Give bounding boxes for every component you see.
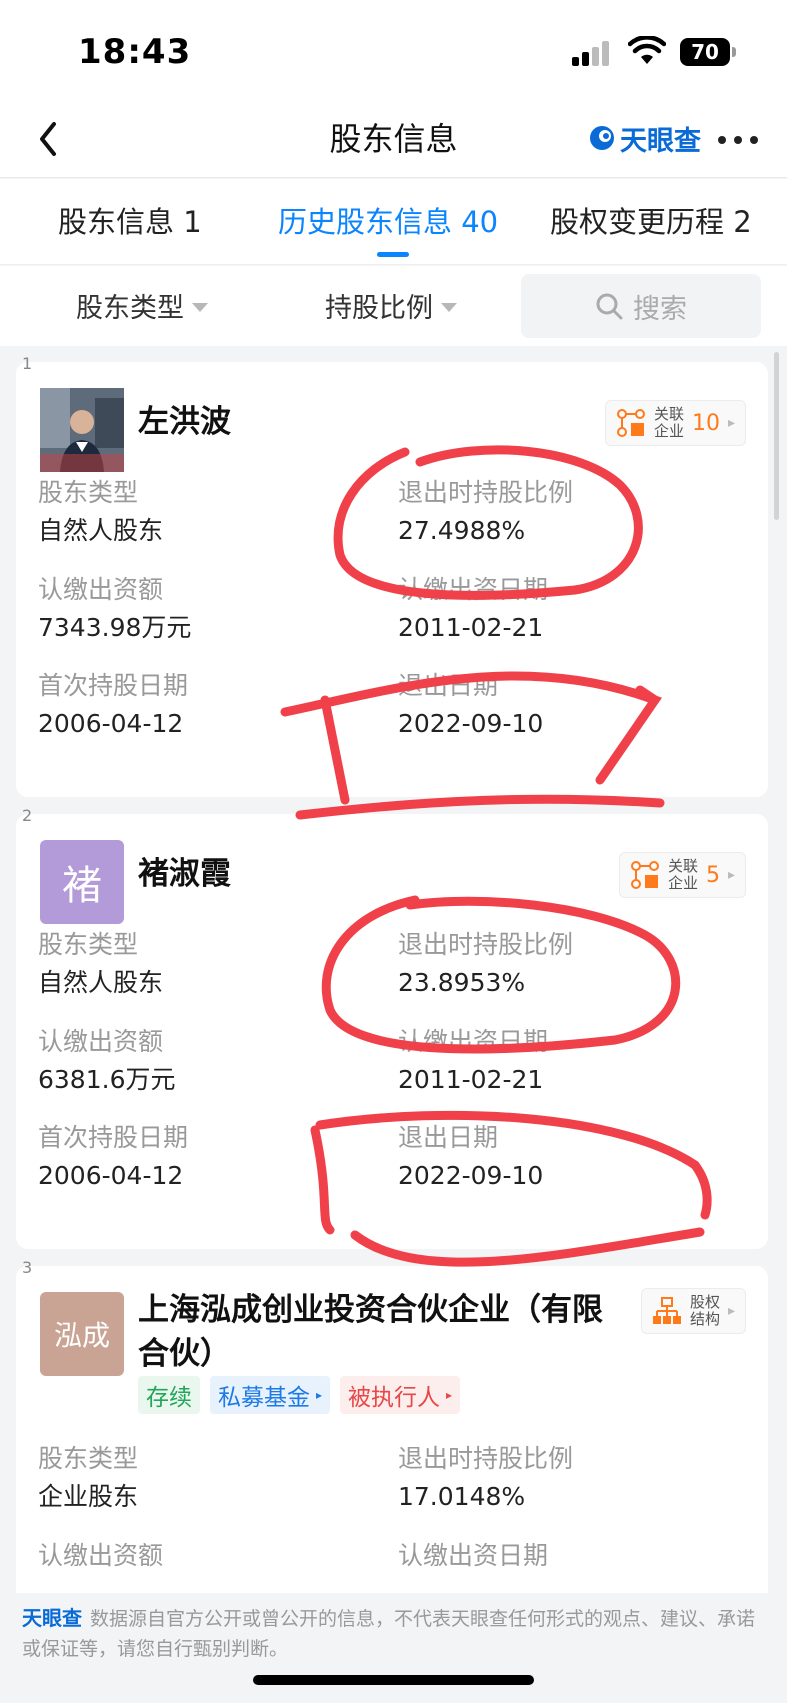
filter-label: 股东类型 [76,293,184,324]
brand-logo: 天眼查 [588,118,701,158]
brand-name: 天眼查 [620,125,701,157]
footer-brand: 天眼查 [22,1606,82,1630]
field-exit-ratio: 退出时持股比例 27.4988% [398,478,574,545]
card-index: 2 [22,806,33,825]
equity-structure-button[interactable]: 股权 结构 ▸ [640,1288,746,1334]
avatar: 泓成 [40,1292,124,1376]
disclaimer: 天眼查 数据源自官方公开或曾公开的信息，不代表天眼查任何形式的观点、建议、承诺或保… [22,1603,767,1664]
card-index: 1 [22,354,33,373]
search-placeholder: 搜索 [633,293,687,325]
filter-bar: 股东类型 持股比例 搜索 [0,266,787,346]
tag-list: 存续 私募基金 ▸ 被执行人 ▸ [138,1376,461,1414]
tab-equity-change[interactable]: 股权变更历程 2 [550,199,752,241]
related-count: 10 [691,410,720,436]
field-shareholder-type: 股东类型 自然人股东 [38,930,164,997]
related-count: 5 [705,862,720,888]
shareholder-name[interactable]: 左洪波 [138,400,231,444]
search-icon [596,293,623,320]
status-time: 18:43 [78,32,192,72]
equity-structure-icon [652,1297,681,1324]
chevron-right-icon: ▸ [316,1388,323,1402]
chevron-right-icon: ▸ [446,1388,453,1402]
related-companies-icon [630,861,659,889]
chevron-right-icon: ▸ [727,867,735,883]
executed-person-tag[interactable]: 被执行人 ▸ [340,1376,461,1414]
shareholder-name[interactable]: 上海泓成创业投资合伙企业（有限合伙） [138,1288,608,1376]
field-subscription-date: 认缴出资日期 [398,1541,549,1570]
status-badge: 存续 [138,1376,200,1414]
field-first-holding-date: 首次持股日期 2006-04-12 [38,671,189,738]
card-index: 3 [22,1258,33,1277]
field-subscription-date: 认缴出资日期 2011-02-21 [398,575,549,642]
status-bar: 18:43 70 [0,0,787,100]
active-tab-indicator [377,252,409,257]
tab-bar: 股东信息 1 历史股东信息 40 股权变更历程 2 [0,179,787,265]
tab-history-shareholders[interactable]: 历史股东信息 40 [278,199,498,241]
search-box[interactable]: 搜索 [521,274,761,338]
nav-bar: 股东信息 天眼查 [0,100,787,178]
filter-shareholder-type[interactable]: 股东类型 [76,286,208,325]
avatar: 褚 [40,840,124,924]
related-label-1: 关联 [667,857,698,875]
structure-label-2: 结构 [689,1310,720,1328]
shareholder-card[interactable]: 2 褚 褚淑霞 关联 企业 5 ▸ 股东类型 自然人股东 退出时持股比例 23.… [16,806,768,1249]
chevron-right-icon: ▸ [727,415,735,431]
tianyancha-logo-icon [590,126,614,150]
shareholder-card[interactable]: 1 左洪波 关联 企业 10 ▸ 股东类型 自然人股东 退出时持股比例 27.4… [16,354,768,797]
scrollbar[interactable] [774,352,779,520]
shareholder-name[interactable]: 褚淑霞 [138,852,231,896]
field-subscribed-capital: 认缴出资额 [38,1541,164,1570]
more-icon[interactable] [714,126,762,156]
caret-down-icon [441,303,457,312]
tab-shareholder-info[interactable]: 股东信息 1 [58,199,202,241]
cellular-signal-icon [572,40,612,66]
related-label-2: 企业 [653,422,684,440]
field-subscribed-capital: 认缴出资额 7343.98万元 [38,575,192,642]
filter-label: 持股比例 [325,293,433,324]
field-shareholder-type: 股东类型 自然人股东 [38,478,164,545]
caret-down-icon [192,303,208,312]
shareholder-list: 1 左洪波 关联 企业 10 ▸ 股东类型 自然人股东 退出时持股比例 27.4… [0,348,787,1593]
structure-label-1: 股权 [689,1293,720,1311]
home-indicator[interactable] [253,1675,534,1685]
related-label-2: 企业 [667,874,698,892]
related-label-1: 关联 [653,405,684,423]
battery-icon: 70 [680,38,736,66]
field-subscribed-capital: 认缴出资额 6381.6万元 [38,1027,176,1094]
field-subscription-date: 认缴出资日期 2011-02-21 [398,1027,549,1094]
field-first-holding-date: 首次持股日期 2006-04-12 [38,1123,189,1190]
related-companies-button[interactable]: 关联 企业 5 ▸ [618,852,746,898]
footer: 天眼查 数据源自官方公开或曾公开的信息，不代表天眼查任何形式的观点、建议、承诺或保… [0,1593,787,1703]
field-exit-ratio: 退出时持股比例 23.8953% [398,930,574,997]
filter-holding-ratio[interactable]: 持股比例 [325,286,457,325]
wifi-icon [628,36,666,64]
person-photo-icon [40,388,124,472]
field-shareholder-type: 股东类型 企业股东 [38,1444,139,1511]
shareholder-card[interactable]: 3 泓成 上海泓成创业投资合伙企业（有限合伙） 股权 结构 ▸ 存续 私募基金 ▸… [16,1258,768,1593]
disclaimer-text: 数据源自官方公开或曾公开的信息，不代表天眼查任何形式的观点、建议、承诺或保证等，… [22,1608,756,1660]
chevron-right-icon: ▸ [727,1303,735,1319]
related-companies-button[interactable]: 关联 企业 10 ▸ [604,400,746,446]
private-fund-tag[interactable]: 私募基金 ▸ [210,1376,331,1414]
field-exit-date: 退出日期 2022-09-10 [398,1123,544,1190]
field-exit-date: 退出日期 2022-09-10 [398,671,544,738]
field-exit-ratio: 退出时持股比例 17.0148% [398,1444,574,1511]
related-companies-icon [616,409,645,437]
avatar [40,388,124,472]
